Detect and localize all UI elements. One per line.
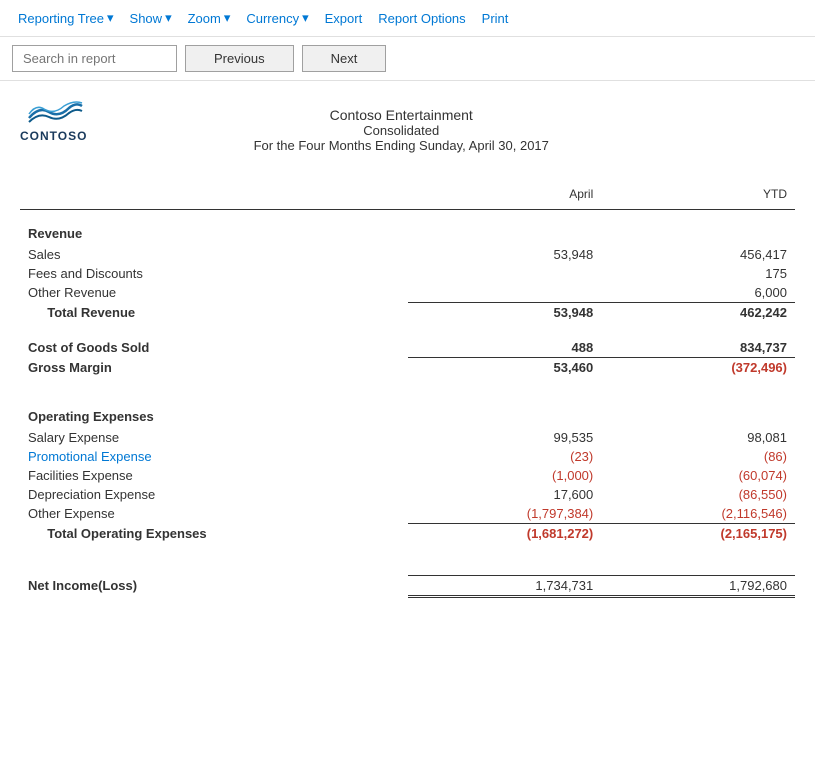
total-col2: 462,242 (601, 303, 795, 323)
table-row: Salary Expense 99,535 98,081 (20, 428, 795, 447)
row-col1 (408, 264, 602, 283)
nav-currency-label: Currency (246, 11, 299, 26)
total-col1: (1,681,272) (408, 524, 602, 544)
report-content: CONTOSO Contoso Entertainment Consolidat… (0, 81, 815, 614)
nav-zoom[interactable]: Zoom ▾ (182, 6, 237, 30)
nav-zoom-label: Zoom (188, 11, 221, 26)
row-label: Promotional Expense (20, 447, 408, 466)
row-col2: 175 (601, 264, 795, 283)
section-header-label: Revenue (20, 210, 408, 246)
row-col1 (408, 283, 602, 303)
chevron-down-icon: ▾ (165, 10, 172, 26)
chevron-down-icon: ▾ (224, 10, 231, 26)
net-income-col1: 1,734,731 (408, 575, 602, 596)
company-logo-text: CONTOSO (20, 129, 87, 143)
label-col-header (20, 183, 408, 210)
table-row: Other Expense (1,797,384) (2,116,546) (20, 504, 795, 524)
row-col2: 834,737 (601, 338, 795, 358)
nav-report-options[interactable]: Report Options (372, 7, 471, 30)
row-label: Facilities Expense (20, 466, 408, 485)
search-input[interactable] (12, 45, 177, 72)
financial-table: April YTD Revenue Sales 53,948 456,417 F… (20, 183, 795, 598)
row-label: Other Revenue (20, 283, 408, 303)
nav-currency[interactable]: Currency ▾ (240, 6, 314, 30)
row-label: Depreciation Expense (20, 485, 408, 504)
section-header-row: Operating Expenses (20, 393, 795, 428)
company-header: CONTOSO Contoso Entertainment Consolidat… (20, 97, 795, 153)
chevron-down-icon: ▾ (107, 10, 114, 26)
row-col2: (60,074) (601, 466, 795, 485)
row-col1: 53,948 (408, 245, 602, 264)
table-row: Cost of Goods Sold 488 834,737 (20, 338, 795, 358)
report-type: Consolidated (87, 123, 715, 138)
row-label: Other Expense (20, 504, 408, 524)
total-label: Total Revenue (20, 303, 408, 323)
nav-print-label: Print (482, 11, 509, 26)
previous-button[interactable]: Previous (185, 45, 294, 72)
row-col1: (1,000) (408, 466, 602, 485)
nav-export-label: Export (325, 11, 363, 26)
table-row: Promotional Expense (23) (86) (20, 447, 795, 466)
chevron-down-icon: ▾ (302, 10, 309, 26)
total-row: Total Operating Expenses (1,681,272) (2,… (20, 524, 795, 544)
row-col2: (86) (601, 447, 795, 466)
spacer-row (20, 377, 795, 393)
report-company-name: Contoso Entertainment (87, 107, 715, 123)
net-income-col2: 1,792,680 (601, 575, 795, 596)
row-label: Fees and Discounts (20, 264, 408, 283)
contoso-logo-icon (24, 97, 84, 127)
row-col2: 456,417 (601, 245, 795, 264)
row-label: Cost of Goods Sold (20, 338, 408, 358)
row-col2: 6,000 (601, 283, 795, 303)
table-row: Depreciation Expense 17,600 (86,550) (20, 485, 795, 504)
total-label: Total Operating Expenses (20, 524, 408, 544)
column-header-row: April YTD (20, 183, 795, 210)
row-label: Salary Expense (20, 428, 408, 447)
row-col1: 488 (408, 338, 602, 358)
nav-print[interactable]: Print (476, 7, 515, 30)
nav-show-label: Show (130, 11, 163, 26)
total-col1: 53,948 (408, 303, 602, 323)
row-label: Gross Margin (20, 358, 408, 378)
report-period: For the Four Months Ending Sunday, April… (87, 138, 715, 153)
table-row: Facilities Expense (1,000) (60,074) (20, 466, 795, 485)
section-header-label: Operating Expenses (20, 393, 408, 428)
search-bar: Previous Next (0, 37, 815, 81)
logo-area: CONTOSO (20, 97, 87, 143)
total-col2: (2,165,175) (601, 524, 795, 544)
spacer-row (20, 543, 795, 559)
report-title: Contoso Entertainment Consolidated For t… (87, 107, 715, 153)
row-col1: 53,460 (408, 358, 602, 378)
row-label: Sales (20, 245, 408, 264)
table-row: Gross Margin 53,460 (372,496) (20, 358, 795, 378)
nav-bar: Reporting Tree ▾ Show ▾ Zoom ▾ Currency … (0, 0, 815, 37)
table-row: Other Revenue 6,000 (20, 283, 795, 303)
row-col1: 17,600 (408, 485, 602, 504)
row-col1: 99,535 (408, 428, 602, 447)
col2-header: YTD (601, 183, 795, 210)
nav-reporting-tree[interactable]: Reporting Tree ▾ (12, 6, 120, 30)
row-col2: (372,496) (601, 358, 795, 378)
section-header-row: Revenue (20, 210, 795, 246)
row-col2: (86,550) (601, 485, 795, 504)
nav-show[interactable]: Show ▾ (124, 6, 178, 30)
row-col1: (1,797,384) (408, 504, 602, 524)
spacer-row (20, 559, 795, 575)
net-income-label: Net Income(Loss) (20, 575, 408, 596)
nav-export[interactable]: Export (319, 7, 369, 30)
total-row: Total Revenue 53,948 462,242 (20, 303, 795, 323)
table-row: Sales 53,948 456,417 (20, 245, 795, 264)
row-col2: 98,081 (601, 428, 795, 447)
nav-reporting-tree-label: Reporting Tree (18, 11, 104, 26)
net-income-row: Net Income(Loss) 1,734,731 1,792,680 (20, 575, 795, 596)
col1-header: April (408, 183, 602, 210)
spacer-row (20, 322, 795, 338)
table-row: Fees and Discounts 175 (20, 264, 795, 283)
row-col2: (2,116,546) (601, 504, 795, 524)
next-button[interactable]: Next (302, 45, 387, 72)
nav-report-options-label: Report Options (378, 11, 465, 26)
row-col1: (23) (408, 447, 602, 466)
